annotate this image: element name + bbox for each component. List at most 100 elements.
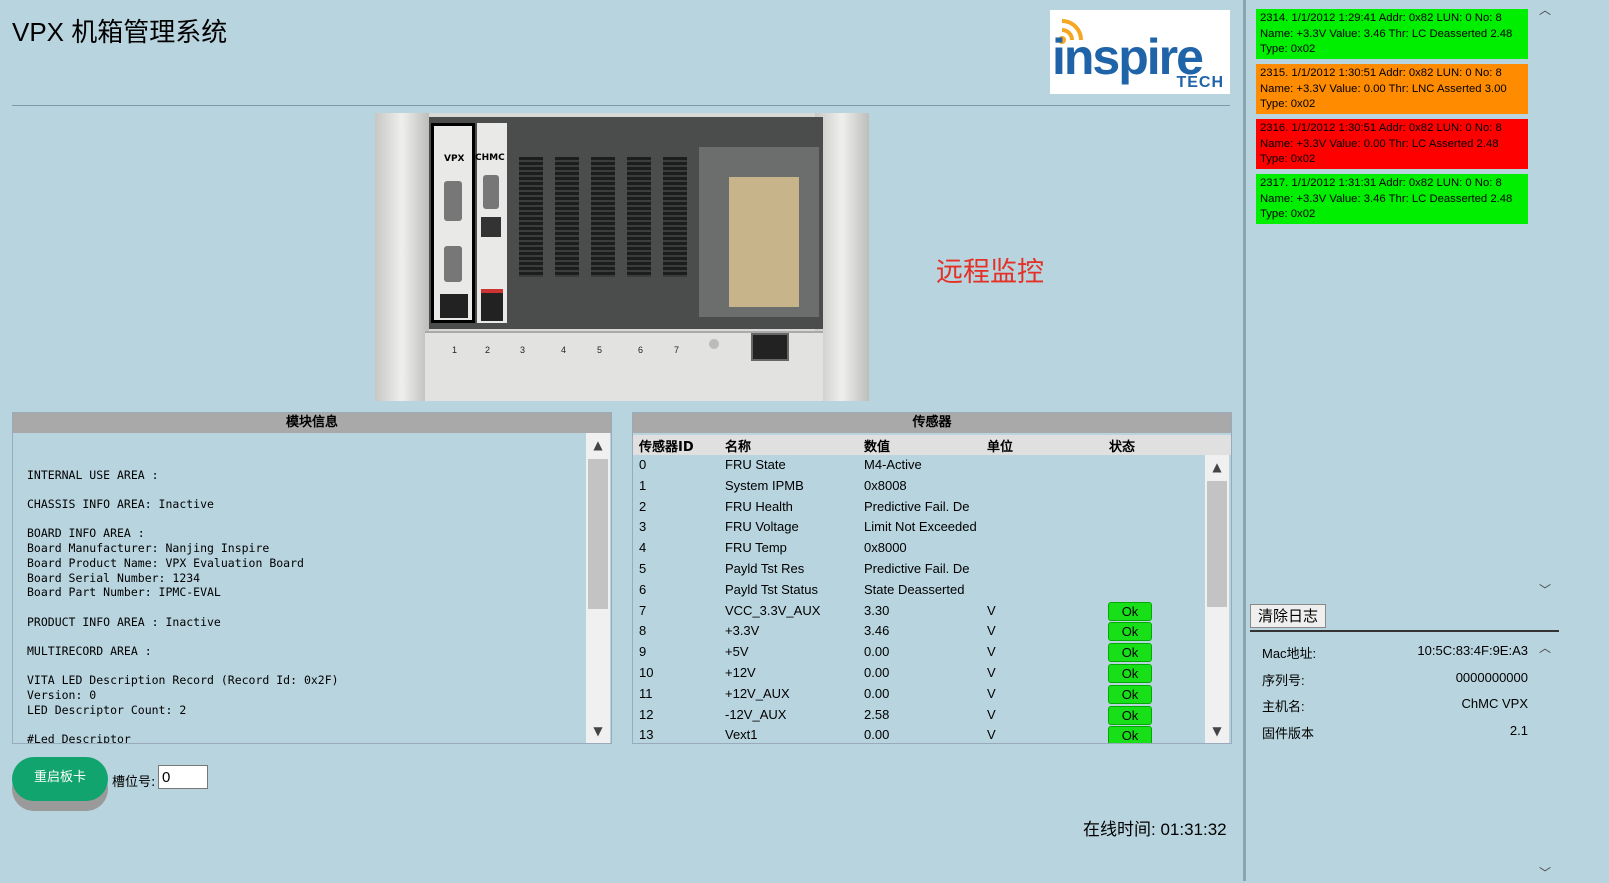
chassis-card-chmc[interactable]: CHMC <box>475 123 507 323</box>
log-entry: 2316. 1/1/2012 1:30:51 Addr: 0x82 LUN: 0… <box>1256 119 1528 169</box>
sensor-value: 0.00 <box>864 644 890 660</box>
module-info-panel: 模块信息 INTERNAL USE AREA : CHASSIS INFO ARE… <box>12 412 612 744</box>
company-logo: inspire TECH <box>1050 10 1230 94</box>
scroll-up-icon[interactable]: ▲ <box>586 435 610 455</box>
sensor-row: 7 VCC_3.3V_AUX 3.30 V Ok <box>633 601 1203 622</box>
sensor-name: Payld Tst Res <box>725 561 805 576</box>
remote-monitor-label[interactable]: 远程监控 <box>936 250 1044 289</box>
sensor-id: 3 <box>639 519 647 535</box>
module-info-line: VITA LED Description Record (Record Id: … <box>27 673 339 688</box>
power-switch[interactable] <box>751 333 789 361</box>
sensor-name: +5V <box>725 644 749 660</box>
sensor-status-badge: Ok <box>1108 622 1152 642</box>
module-info-line <box>27 600 587 615</box>
sensor-name: VCC_3.3V_AUX <box>725 602 821 618</box>
sensor-row: 0 FRU State M4-Active <box>633 455 1203 476</box>
slot-number: 5 <box>597 345 603 355</box>
scroll-down-icon[interactable]: ﹀ <box>1533 580 1557 600</box>
slot-number-label: 槽位号: <box>112 775 156 790</box>
sensor-unit: V <box>987 602 996 618</box>
scroll-up-icon[interactable]: ︿ <box>1533 638 1557 658</box>
scroll-down-icon[interactable]: ▼ <box>586 721 610 741</box>
sensor-name: FRU Voltage <box>725 519 799 535</box>
sensor-status-badge: Ok <box>1108 601 1152 621</box>
slot-number-input[interactable] <box>158 765 208 789</box>
sensor-name: FRU State <box>725 457 786 472</box>
sensor-id: 1 <box>639 477 647 493</box>
module-info-line: LED Descriptor Count: 2 <box>27 702 187 717</box>
column-divider <box>1243 0 1246 881</box>
sensor-row: 4 FRU Temp 0x8000 <box>633 538 1203 559</box>
sensor-value: Limit Not Exceeded <box>864 519 977 535</box>
sensor-id: 6 <box>639 581 647 597</box>
sensor-name: FRU Temp <box>725 540 787 556</box>
sensor-unit: V <box>987 706 996 722</box>
sensor-row: 1 System IPMB 0x8008 <box>633 476 1203 497</box>
device-info-key: 主机名: <box>1262 699 1305 714</box>
device-info-value: ChMC VPX <box>1461 696 1528 711</box>
log-scrollbar[interactable]: ︿ ﹀ <box>1533 0 1557 600</box>
sensor-unit: V <box>987 685 996 701</box>
sensor-value: State Deasserted <box>864 581 965 597</box>
sensor-scrollbar[interactable]: ▲ ▼ <box>1205 455 1229 743</box>
uptime-display: 在线时间: 01:31:32 <box>1083 820 1227 839</box>
info-scrollbar[interactable]: ︿ ﹀ <box>1533 634 1557 883</box>
col-unit: 单位 <box>987 440 1014 455</box>
module-info-line <box>27 482 587 497</box>
col-value: 数值 <box>864 440 891 455</box>
module-info-line: Board Product Name: VPX Evaluation Board <box>27 555 304 570</box>
module-info-line: PRODUCT INFO AREA : Inactive <box>27 614 221 629</box>
sensor-panel: 传感器 传感器ID 名称 数值 单位 状态 0 FRU State M4-Activ… <box>632 412 1232 744</box>
sensor-row: 2 FRU Health Predictive Fail. De <box>633 497 1203 518</box>
device-info-panel: Mac地址: 10:5C:83:4F:9E:A3 序列号: 0000000000 主机名… <box>1250 630 1559 883</box>
slot-number: 2 <box>485 345 491 355</box>
restart-card-button[interactable]: 重启板卡 <box>12 757 108 801</box>
sensor-row: 3 FRU Voltage Limit Not Exceeded <box>633 517 1203 538</box>
sensor-value: 2.58 <box>864 706 890 722</box>
sensor-unit: V <box>987 665 996 680</box>
module-info-line: CHASSIS INFO AREA: Inactive <box>27 497 214 512</box>
module-info-line <box>27 512 587 527</box>
sensor-name: System IPMB <box>725 477 804 493</box>
sensor-row: 5 Payld Tst Res Predictive Fail. De <box>633 559 1203 580</box>
clear-log-button[interactable]: 清除日志 <box>1250 604 1326 628</box>
log-entry: 2317. 1/1/2012 1:31:31 Addr: 0x82 LUN: 0… <box>1256 174 1528 224</box>
sensor-name: Vext1 <box>725 727 758 743</box>
module-info-line <box>27 659 587 674</box>
col-status: 状态 <box>1109 440 1136 455</box>
scroll-up-icon[interactable]: ▲ <box>1205 457 1229 477</box>
sensor-value: 0.00 <box>864 685 890 701</box>
sensor-name: -12V_AUX <box>725 706 787 722</box>
scroll-up-icon[interactable]: ︿ <box>1533 0 1557 20</box>
scroll-down-icon[interactable]: ﹀ <box>1533 863 1557 883</box>
module-info-line: Board Serial Number: 1234 <box>27 570 201 585</box>
sensor-id: 8 <box>639 623 647 639</box>
col-sensor-id: 传感器ID <box>639 440 694 455</box>
chassis-card-vpx[interactable]: VPX <box>431 123 475 323</box>
sensor-id: 12 <box>639 706 654 722</box>
log-entry: 2315. 1/1/2012 1:30:51 Addr: 0x82 LUN: 0… <box>1256 64 1528 114</box>
module-info-line: Version: 0 <box>27 688 97 702</box>
sensor-name: +12V <box>725 665 756 680</box>
sensor-row: 8 +3.3V 3.46 V Ok <box>633 621 1203 642</box>
device-info-value: 0000000000 <box>1455 669 1528 685</box>
sensor-name: Payld Tst Status <box>725 581 818 597</box>
slot-number: 3 <box>520 345 526 355</box>
module-info-scrollbar[interactable]: ▲ ▼ <box>586 433 610 743</box>
logo-subtext: TECH <box>1176 74 1224 91</box>
module-info-line <box>27 629 587 644</box>
log-entry: 2314. 1/1/2012 1:29:41 Addr: 0x82 LUN: 0… <box>1256 9 1528 59</box>
device-info-key: 固件版本 <box>1262 725 1315 741</box>
sensor-id: 10 <box>639 665 654 680</box>
module-info-text: INTERNAL USE AREA : CHASSIS INFO AREA: In… <box>27 453 587 743</box>
sensor-name: +3.3V <box>725 623 760 639</box>
sensor-row: 10 +12V 0.00 V Ok <box>633 663 1203 684</box>
scroll-down-icon[interactable]: ▼ <box>1205 721 1229 741</box>
sensor-row: 11 +12V_AUX 0.00 V Ok <box>633 684 1203 705</box>
sensor-name: FRU Health <box>725 498 793 514</box>
sensor-title: 传感器 <box>633 413 1231 433</box>
sensor-value: 0x8000 <box>864 540 907 556</box>
module-info-line <box>27 717 587 732</box>
sensor-unit: V <box>987 623 996 639</box>
sensor-id: 9 <box>639 644 647 660</box>
